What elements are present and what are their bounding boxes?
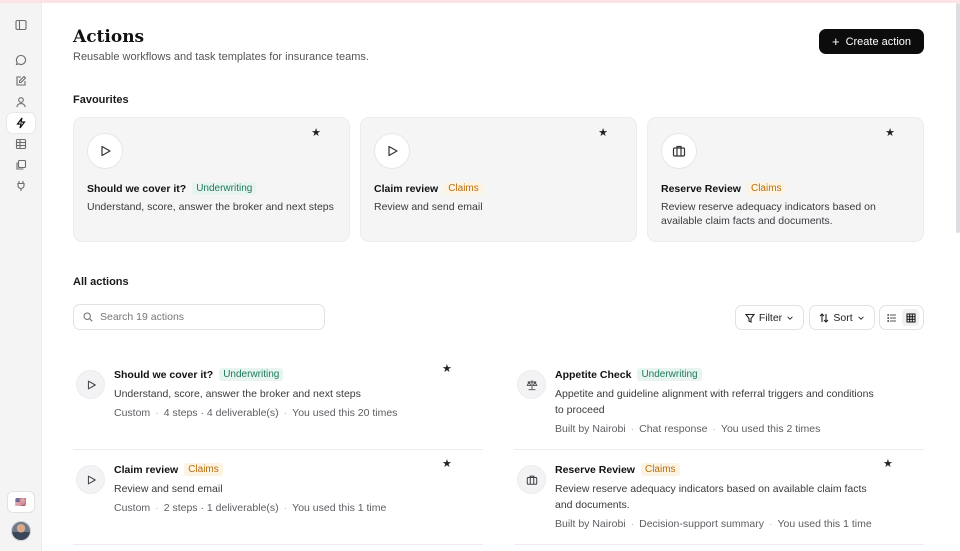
page-title: Actions xyxy=(73,27,145,47)
briefcase-icon xyxy=(517,465,546,494)
meta-usage: You used this 2 times xyxy=(720,423,821,435)
all-actions-heading: All actions xyxy=(73,276,129,288)
chat-icon[interactable] xyxy=(7,50,35,70)
files-icon[interactable] xyxy=(7,155,35,175)
user-icon[interactable] xyxy=(7,92,35,112)
star-icon[interactable]: ★ xyxy=(885,126,895,139)
favourites-heading: Favourites xyxy=(73,94,129,106)
meta-steps: 2 steps · 1 deliverable(s) xyxy=(163,502,279,514)
list-item[interactable]: Should we cover it? Underwriting ★ Under… xyxy=(73,360,483,455)
plus-icon: + xyxy=(831,34,840,49)
meta-source: Built by Nairobi xyxy=(555,423,626,435)
meta-source: Custom xyxy=(114,407,151,419)
chevron-down-icon xyxy=(787,315,793,320)
category-tag: Claims xyxy=(640,463,680,476)
item-description: Review and send email xyxy=(114,483,223,495)
filter-label: Filter xyxy=(758,311,783,324)
meta-steps: 4 steps · 4 deliverable(s) xyxy=(163,407,279,419)
item-title: Claim review xyxy=(114,463,179,476)
view-toggle xyxy=(879,305,924,330)
card-title: Should we cover it? xyxy=(87,182,187,195)
avatar[interactable] xyxy=(11,521,31,541)
actions-icon[interactable] xyxy=(7,113,35,133)
grid-view-icon[interactable] xyxy=(902,309,920,326)
table-icon[interactable] xyxy=(7,134,35,154)
category-tag: Claims xyxy=(444,182,483,195)
star-icon[interactable]: ★ xyxy=(311,126,321,139)
meta-source: Built by Nairobi xyxy=(555,518,626,530)
card-title: Claim review xyxy=(374,182,439,195)
list-item[interactable]: Claim review Claims ★ Review and send em… xyxy=(73,455,483,550)
meta-usage: You used this 20 times xyxy=(292,407,398,419)
sort-label: Sort xyxy=(833,311,853,324)
item-description: Understand, score, answer the broker and… xyxy=(114,388,361,400)
search-icon xyxy=(83,312,93,322)
create-action-button[interactable]: + Create action xyxy=(819,29,924,54)
filter-button[interactable]: Filter xyxy=(735,305,804,330)
item-meta: Built by Nairobi · Chat response · You use… xyxy=(555,423,821,435)
favourite-card[interactable]: ★ Reserve Review Claims Review reserve a… xyxy=(647,117,924,242)
play-icon xyxy=(76,370,105,399)
category-tag: Underwriting xyxy=(192,182,257,195)
panel-toggle-icon[interactable] xyxy=(7,15,35,35)
locale-flag-button[interactable]: 🇺🇸 xyxy=(7,491,35,513)
meta-usage: You used this 1 time xyxy=(777,518,872,530)
item-title: Reserve Review xyxy=(555,463,635,476)
meta-usage: You used this 1 time xyxy=(292,502,387,514)
chevron-down-icon xyxy=(857,315,864,320)
play-icon xyxy=(374,133,410,169)
page-subtitle: Reusable workflows and task templates fo… xyxy=(73,51,369,63)
favourite-card[interactable]: ★ Claim review Claims Review and send em… xyxy=(360,117,637,242)
star-icon[interactable]: ★ xyxy=(598,126,608,139)
item-description: Review reserve adequacy indicators based… xyxy=(555,483,867,511)
item-meta: Built by Nairobi · Decision-support summa… xyxy=(555,518,872,530)
main-content: Actions Reusable workflows and task temp… xyxy=(73,3,924,551)
edit-icon[interactable] xyxy=(7,71,35,91)
scrollbar[interactable] xyxy=(956,3,960,233)
meta-output: Decision-support summary xyxy=(639,518,764,530)
item-description: Appetite and guideline alignment with re… xyxy=(555,388,874,416)
scale-icon xyxy=(517,370,546,399)
category-tag: Claims xyxy=(746,182,786,195)
divider xyxy=(73,449,483,450)
flag-icon: 🇺🇸 xyxy=(15,496,27,507)
filter-icon xyxy=(744,313,755,323)
category-tag: Underwriting xyxy=(219,368,284,381)
list-view-icon[interactable] xyxy=(884,309,901,326)
star-icon[interactable]: ★ xyxy=(883,457,893,470)
star-icon[interactable]: ★ xyxy=(442,362,452,375)
plug-icon[interactable] xyxy=(7,176,35,196)
divider xyxy=(514,449,924,450)
list-item[interactable]: Reserve Review Claims ★ Review reserve a… xyxy=(514,455,924,550)
item-meta: Custom · 2 steps · 1 deliverable(s) · You … xyxy=(114,502,387,514)
sort-icon xyxy=(819,312,829,323)
meta-output: Chat response xyxy=(639,423,708,435)
search-box xyxy=(73,304,325,330)
play-icon xyxy=(87,133,123,169)
briefcase-icon xyxy=(661,133,697,169)
item-title: Should we cover it? xyxy=(114,368,214,381)
item-title: Appetite Check xyxy=(555,368,632,381)
list-item[interactable]: Appetite Check Underwriting Appetite and… xyxy=(514,360,924,455)
card-description: Understand, score, answer the broker and… xyxy=(87,201,334,213)
sort-button[interactable]: Sort xyxy=(809,305,875,330)
category-tag: Claims xyxy=(184,463,223,476)
star-icon[interactable]: ★ xyxy=(442,457,452,470)
card-description: Review reserve adequacy indicators based… xyxy=(661,201,876,227)
play-icon xyxy=(76,465,105,494)
divider xyxy=(514,544,924,545)
favourite-card[interactable]: ★ Should we cover it? Underwriting Under… xyxy=(73,117,350,242)
card-description: Review and send email xyxy=(374,201,483,213)
create-action-label: Create action xyxy=(845,35,912,48)
item-meta: Custom · 4 steps · 4 deliverable(s) · You … xyxy=(114,407,398,419)
sidebar: 🇺🇸 xyxy=(0,3,42,551)
divider xyxy=(73,544,483,545)
search-input[interactable] xyxy=(100,311,310,323)
card-title: Reserve Review xyxy=(661,182,741,195)
meta-source: Custom xyxy=(114,502,151,514)
category-tag: Underwriting xyxy=(637,368,702,381)
